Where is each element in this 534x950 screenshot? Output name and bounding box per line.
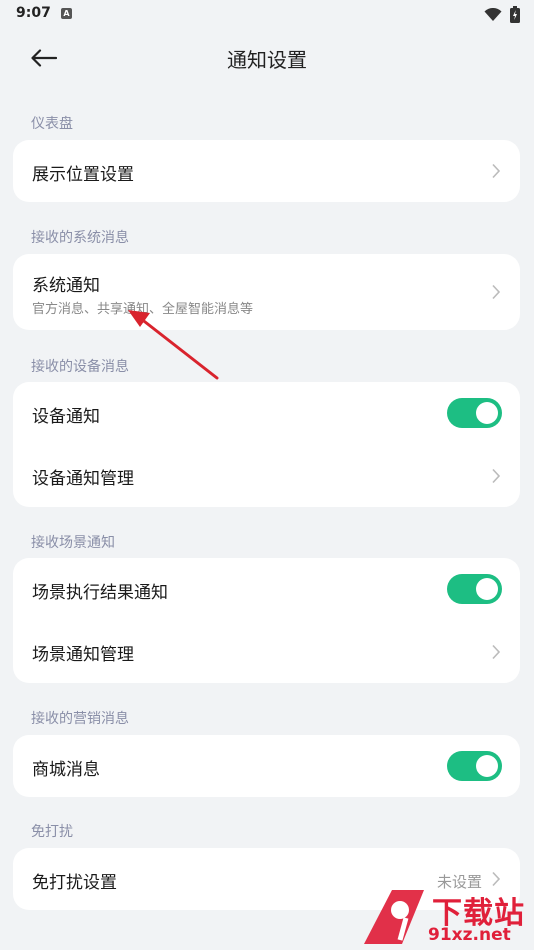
chevron-right-icon xyxy=(492,284,501,300)
device-notice-label: 设备通知 xyxy=(32,407,100,427)
system-notice-subtitle: 官方消息、共享通知、全屋智能消息等 xyxy=(32,302,254,317)
toggle-knob xyxy=(476,402,498,424)
device-notice-row: 设备通知 xyxy=(13,382,520,444)
wifi-icon xyxy=(484,7,502,21)
section-header-device: 接收的设备消息 xyxy=(31,359,129,375)
dashboard-card: 展示位置设置 xyxy=(13,140,520,202)
page-title: 通知设置 xyxy=(227,48,307,72)
chevron-right-icon xyxy=(492,468,501,484)
scene-notice-manage-label: 场景通知管理 xyxy=(32,645,134,665)
scene-result-notice-row: 场景执行结果通知 xyxy=(13,558,520,620)
mall-message-toggle[interactable] xyxy=(447,751,502,781)
title-bar: 通知设置 xyxy=(0,28,534,88)
battery-icon xyxy=(510,6,520,23)
marketing-card: 商城消息 xyxy=(13,735,520,797)
section-header-scene: 接收场景通知 xyxy=(31,535,115,551)
system-notice-row[interactable]: 系统通知 官方消息、共享通知、全屋智能消息等 xyxy=(13,254,520,330)
device-notice-toggle[interactable] xyxy=(447,398,502,428)
toggle-knob xyxy=(476,755,498,777)
section-header-dashboard: 仪表盘 xyxy=(31,116,73,132)
section-header-system: 接收的系统消息 xyxy=(31,230,129,246)
status-icons xyxy=(484,6,520,23)
device-card: 设备通知 设备通知管理 xyxy=(13,382,520,507)
display-position-row[interactable]: 展示位置设置 xyxy=(13,140,520,202)
status-time: 9:07 xyxy=(16,5,51,21)
chevron-right-icon xyxy=(492,644,501,660)
section-header-marketing: 接收的营销消息 xyxy=(31,711,129,727)
scene-result-notice-label: 场景执行结果通知 xyxy=(32,583,168,603)
display-position-label: 展示位置设置 xyxy=(32,165,134,185)
toggle-knob xyxy=(476,578,498,600)
chevron-right-icon xyxy=(492,163,501,179)
status-bar: 9:07 A xyxy=(0,0,534,28)
section-header-dnd: 免打扰 xyxy=(31,824,73,840)
system-notice-label: 系统通知 xyxy=(32,276,100,296)
scene-result-notice-toggle[interactable] xyxy=(447,574,502,604)
system-card: 系统通知 官方消息、共享通知、全屋智能消息等 xyxy=(13,254,520,330)
device-notice-manage-row[interactable]: 设备通知管理 xyxy=(13,444,520,507)
device-notice-manage-label: 设备通知管理 xyxy=(32,469,134,489)
dnd-settings-label: 免打扰设置 xyxy=(32,873,117,893)
mall-message-row: 商城消息 xyxy=(13,735,520,797)
scene-card: 场景执行结果通知 场景通知管理 xyxy=(13,558,520,683)
notification-app-icon: A xyxy=(61,8,72,19)
mall-message-label: 商城消息 xyxy=(32,760,100,780)
scene-notice-manage-row[interactable]: 场景通知管理 xyxy=(13,620,520,683)
watermark-text-bottom: 91xz.net xyxy=(428,925,511,945)
